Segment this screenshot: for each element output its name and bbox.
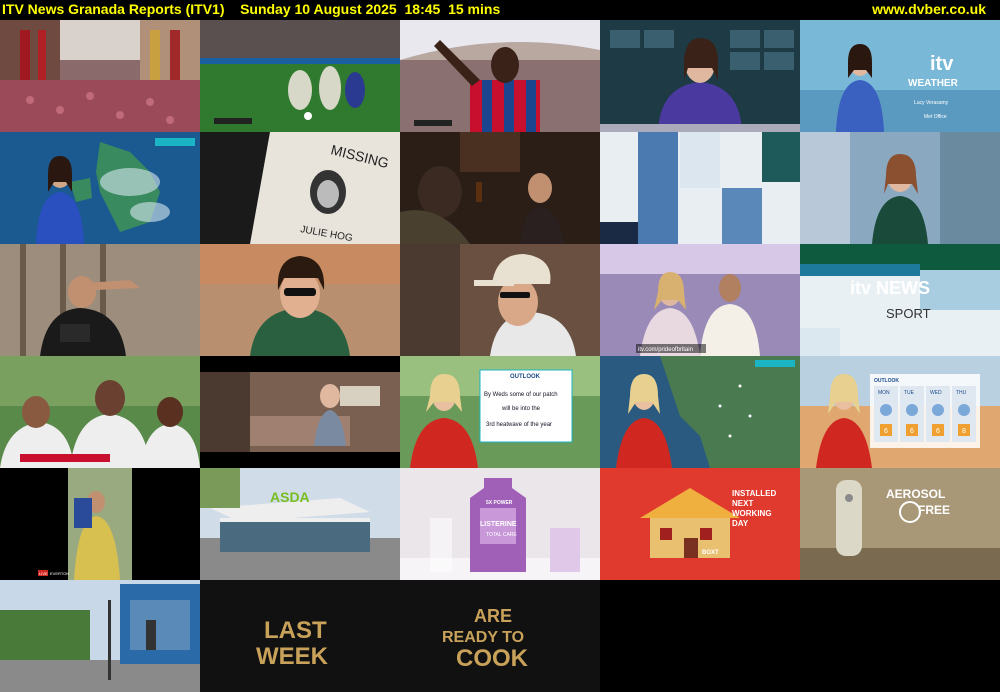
boxt-line1: INSTALLED xyxy=(732,489,777,498)
cook-line1: ARE xyxy=(474,606,512,626)
thumb-palace-player[interactable] xyxy=(400,20,600,132)
cook-line2: READY TO xyxy=(442,629,524,646)
thumb-asda-store[interactable]: ASDA xyxy=(200,468,400,580)
listerine-top: 5X POWER xyxy=(486,500,513,506)
thumb-footballers-celebrate[interactable] xyxy=(0,356,200,468)
outlook-line3: 3rd heatwave of the year xyxy=(486,422,552,428)
temp-value: 8 xyxy=(962,428,966,435)
site-link[interactable]: www.dvber.co.uk xyxy=(872,1,986,17)
outlook-day-label: MON xyxy=(878,390,890,396)
thumb-itv-weather[interactable]: itv WEATHER Lucy Verasamy Met Office xyxy=(800,20,1000,132)
boxt-line4: DAY xyxy=(732,519,749,528)
aerosol-word2: FREE xyxy=(918,503,950,517)
thumb-missing-poster[interactable]: MISSING JULIE HOG xyxy=(200,132,400,244)
weather-icon xyxy=(906,404,918,416)
thumb-weather-map[interactable] xyxy=(0,132,200,244)
thumb-transition-tiles[interactable] xyxy=(600,132,800,244)
met-office-label: Met Office xyxy=(924,114,947,120)
listerine-brand: LISTERINE xyxy=(480,521,517,528)
thumb-cap-man[interactable] xyxy=(400,244,600,356)
thumb-crowd-street[interactable] xyxy=(0,20,200,132)
outlook-day-label: TUE xyxy=(904,390,915,396)
boxt-line2: NEXT xyxy=(732,499,753,508)
weather-icon xyxy=(958,404,970,416)
weather-brand: itv xyxy=(930,53,954,75)
outlook-line2: will be into the xyxy=(501,406,541,412)
pride-url: itv.com/prideofbritain xyxy=(638,347,693,353)
thumb-listerine-ad[interactable]: 5X POWER LISTERINE TOTAL CARE xyxy=(400,468,600,580)
temp-value: 6 xyxy=(936,428,940,435)
thumbnail-grid: itv WEATHER Lucy Verasamy Met Office MIS… xyxy=(0,20,1000,692)
thumb-last-week[interactable]: LAST WEEK xyxy=(200,580,400,692)
thumb-football-match[interactable] xyxy=(200,20,400,132)
cook-line3: COOK xyxy=(456,645,529,672)
outlook-day-label: WED xyxy=(930,390,942,396)
thumb-newsreader-studio[interactable] xyxy=(600,20,800,132)
weather-presenter: Lucy Verasamy xyxy=(914,100,949,106)
sport-word: SPORT xyxy=(886,306,931,321)
weather-icon xyxy=(932,404,944,416)
header-bar: ITV News Granada Reports (ITV1) Sunday 1… xyxy=(0,0,1000,20)
thumb-boxt-ad[interactable]: INSTALLED NEXT WORKING DAY BOXT xyxy=(600,468,800,580)
thumb-pub-scene[interactable] xyxy=(400,132,600,244)
thumb-aerosol-free-ad[interactable]: AEROSOL FREE xyxy=(800,468,1000,580)
outlook-grid-title: OUTLOOK xyxy=(874,378,899,384)
weather-icon xyxy=(880,404,892,416)
everton-tag: EVERTON xyxy=(50,571,69,576)
thumb-weather-outlook-text[interactable]: OUTLOOK By Weds some of our patch will b… xyxy=(400,356,600,468)
thumb-ready-to-cook[interactable]: ARE READY TO COOK xyxy=(400,580,600,692)
outlook-day-label: THU xyxy=(956,390,967,396)
outlook-line1: By Weds some of our patch xyxy=(484,392,558,398)
last-week-line2: WEEK xyxy=(256,643,329,670)
news-brand: itv NEWS xyxy=(850,278,930,298)
boxt-brand: BOXT xyxy=(702,550,719,556)
weather-word: WEATHER xyxy=(908,78,959,89)
thumb-weather-outlook-grid[interactable]: OUTLOOK MON 6 TUE 6 WED 6 THU 8 xyxy=(800,356,1000,468)
listerine-sub: TOTAL CARE xyxy=(486,532,517,538)
thumb-sunglasses-man[interactable] xyxy=(200,244,400,356)
thumb-photographer[interactable] xyxy=(0,244,200,356)
thumb-kitchen-boy[interactable] xyxy=(200,356,400,468)
thumb-weather-map-nw[interactable] xyxy=(600,356,800,468)
thumb-reporter-location[interactable] xyxy=(800,132,1000,244)
live-tag: LIVE xyxy=(39,571,48,576)
boxt-line3: WORKING xyxy=(732,509,772,518)
asda-logo: ASDA xyxy=(270,489,310,505)
thumb-fan-flag[interactable]: LIVE EVERTON xyxy=(0,468,200,580)
thumb-pride-of-britain[interactable]: itv.com/prideofbritain xyxy=(600,244,800,356)
temp-value: 6 xyxy=(884,428,888,435)
temp-value: 6 xyxy=(910,428,914,435)
programme-title: ITV News Granada Reports (ITV1) Sunday 1… xyxy=(2,1,501,17)
outlook-title: OUTLOOK xyxy=(510,374,541,380)
aerosol-word1: AEROSOL xyxy=(886,487,945,501)
thumb-itv-news-sport[interactable]: itv NEWS SPORT xyxy=(800,244,1000,356)
last-week-line1: LAST xyxy=(264,617,327,644)
thumb-street-scene[interactable] xyxy=(0,580,200,692)
